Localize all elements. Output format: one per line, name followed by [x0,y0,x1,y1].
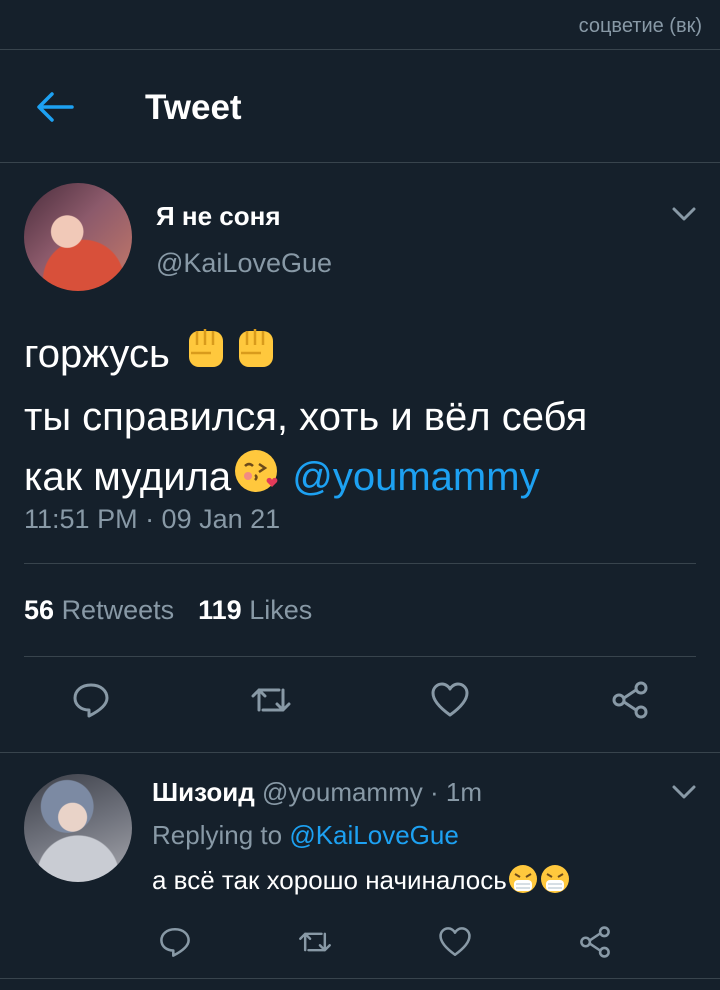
retweet-icon[interactable] [246,675,296,725]
raised-fist-emoji-icon [231,323,281,389]
reply-tweet[interactable]: Шизоид @youmammy · 1m Replying to @KaiLo… [0,753,720,979]
chevron-down-icon[interactable] [670,781,698,803]
replying-to-label: Replying to [152,820,283,850]
likes-count: 119 [198,595,242,625]
chevron-down-icon[interactable] [670,203,698,225]
reply-author-avatar[interactable] [24,774,132,882]
likes-stat[interactable]: 119 Likes [198,595,312,625]
tweet-text: горжусь ты справился, хоть и вёл себя ка… [24,323,704,512]
watermark-text: соцветие (вк) [578,15,702,37]
retweet-icon[interactable] [290,917,340,967]
author-handle[interactable]: @KaiLoveGue [156,248,332,279]
sneezing-face-emoji-icon [539,863,571,902]
reply-icon[interactable] [66,675,116,725]
main-tweet: Я не соня @KaiLoveGue горжусь ты справил… [0,163,720,753]
reply-time: · 1m [429,777,482,807]
retweet-stat[interactable]: 56 Retweets [24,595,174,625]
divider [24,656,696,657]
engagement-stats: 56 Retweets 119 Likes [24,595,312,626]
replying-to: Replying to @KaiLoveGue [152,820,459,851]
reply-icon[interactable] [150,917,200,967]
reply-text: а всё так хорошо начиналось [152,863,571,902]
reply-author-handle[interactable]: @youmammy [262,777,423,807]
retweets-count: 56 [24,595,55,625]
author-display-name[interactable]: Я не соня [156,201,281,232]
tweet-action-bar [0,675,720,735]
author-avatar[interactable] [24,183,132,291]
tweet-text-line-2: ты справился, хоть и вёл себя [24,395,588,439]
reply-action-bar [0,917,720,965]
likes-label: Likes [249,595,313,625]
top-app-bar: Tweet [0,50,720,163]
mention-link[interactable]: @youmammy [292,455,539,499]
raised-fist-emoji-icon [181,323,231,389]
like-icon[interactable] [430,917,480,967]
divider [24,563,696,564]
watermark-bar: соцветие (вк) [0,0,720,50]
reply-author-display-name[interactable]: Шизоид [152,777,255,807]
reply-header: Шизоид @youmammy · 1m [152,777,482,808]
sneezing-face-emoji-icon [507,863,539,902]
tweet-text-line-3: как мудила [24,455,232,499]
share-icon[interactable] [605,675,655,725]
back-arrow-icon[interactable] [34,90,76,124]
replying-to-link[interactable]: @KaiLoveGue [289,820,459,850]
share-icon[interactable] [570,917,620,967]
tweet-timestamp[interactable]: 11:51 PM · 09 Jan 21 [24,504,280,535]
page-title: Tweet [145,88,242,127]
retweets-label: Retweets [61,595,175,625]
tweet-text-line-1: горжусь [24,332,170,376]
reply-text-body: а всё так хорошо начиналось [152,865,507,895]
like-icon[interactable] [425,675,475,725]
face-blowing-kiss-emoji-icon [231,446,281,512]
